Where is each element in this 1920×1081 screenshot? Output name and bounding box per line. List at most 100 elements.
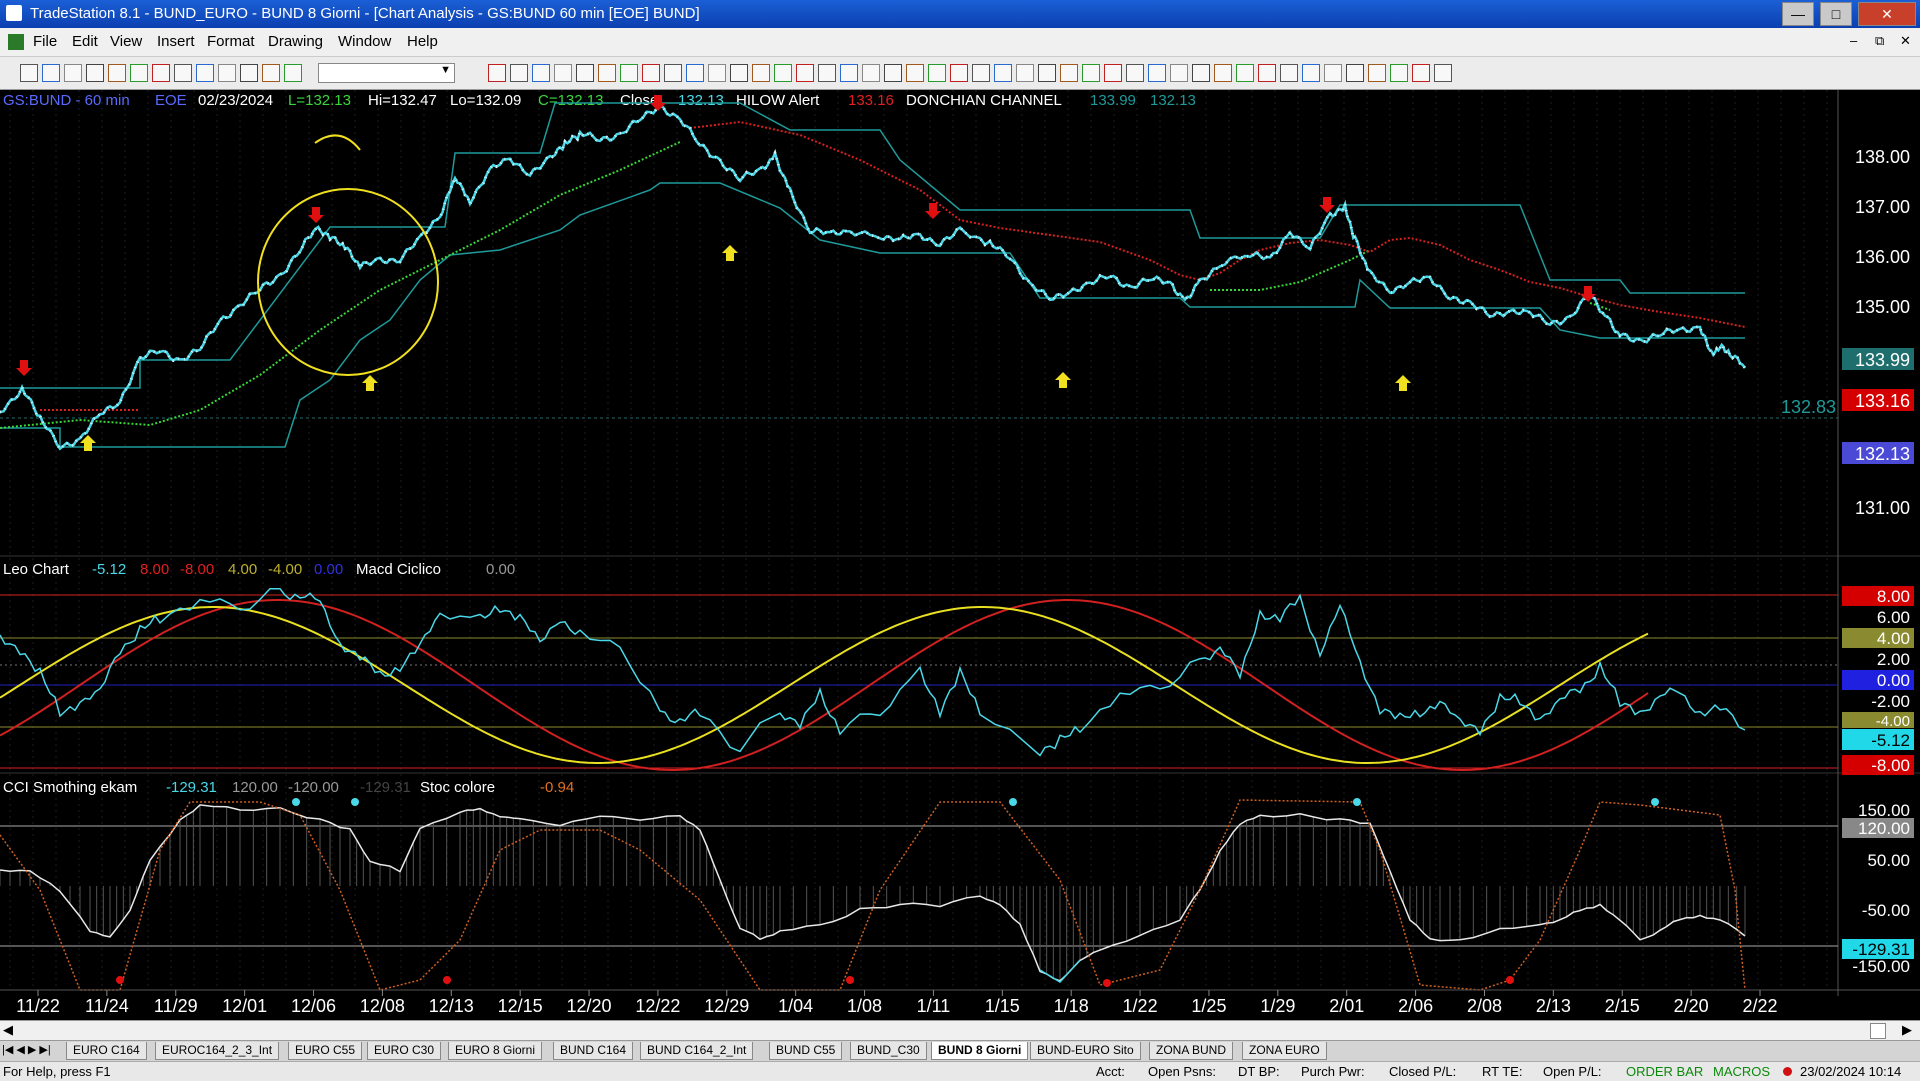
workspace-tab[interactable]: BUND-EURO Sito [1030,1042,1141,1060]
toolbar-tool-icon[interactable] [1038,64,1056,82]
toolbar-tool-icon[interactable] [862,64,880,82]
toolbar-tool-icon[interactable] [972,64,990,82]
scroll-left-icon[interactable]: ◀ [3,1022,13,1038]
toolbar-tool-icon[interactable] [1126,64,1144,82]
toolbar-tool-icon[interactable] [532,64,550,82]
workspace-tab[interactable]: EURO C30 [367,1042,442,1060]
mdi-close-button[interactable]: ✕ [1900,33,1911,49]
toolbar-tool-icon[interactable] [174,64,192,82]
toolbar-tool-icon[interactable] [1060,64,1078,82]
workspace-tab[interactable]: BUND_C30 [850,1042,927,1060]
workspace-tab[interactable]: EURO C55 [288,1042,363,1060]
donchian-lower-line [0,182,1745,448]
menu-file[interactable]: File [33,33,57,50]
toolbar-tool-icon[interactable] [262,64,280,82]
toolbar-tool-icon[interactable] [1324,64,1342,82]
toolbar-tool-icon[interactable] [1258,64,1276,82]
order-bar-button[interactable]: ORDER BAR [1626,1064,1703,1079]
workspace-tab[interactable]: ZONA BUND [1149,1042,1234,1060]
toolbar-tool-icon[interactable] [818,64,836,82]
chart-close: C=132.13 [538,92,603,109]
toolbar-tool-icon[interactable] [928,64,946,82]
toolbar-tool-icon[interactable] [840,64,858,82]
toolbar-tool-icon[interactable] [620,64,638,82]
toolbar-tool-icon[interactable] [240,64,258,82]
workspace-tab[interactable]: EURO C164 [66,1042,147,1060]
donchian-lower: 132.13 [1150,92,1196,109]
toolbar-tool-icon[interactable] [1148,64,1166,82]
toolbar-tool-icon[interactable] [510,64,528,82]
workspace-tab[interactable]: ZONA EURO [1242,1042,1327,1060]
toolbar-tool-icon[interactable] [1302,64,1320,82]
toolbar-tool-icon[interactable] [196,64,214,82]
toolbar-tool-icon[interactable] [1412,64,1430,82]
toolbar-tool-icon[interactable] [796,64,814,82]
toolbar-tool-icon[interactable] [218,64,236,82]
toolbar-tool-icon[interactable] [1214,64,1232,82]
toolbar-tool-icon[interactable] [906,64,924,82]
toolbar-tool-icon[interactable] [1236,64,1254,82]
toolbar-tool-icon[interactable] [488,64,506,82]
scroll-right-icon[interactable]: ▶ [1902,1022,1912,1038]
toolbar-tool-icon[interactable] [1390,64,1408,82]
toolbar-tool-icon[interactable] [1170,64,1188,82]
menu-insert[interactable]: Insert [157,33,195,50]
status-help: For Help, press F1 [3,1064,111,1079]
toolbar-tool-icon[interactable] [686,64,704,82]
toolbar-tool-icon[interactable] [950,64,968,82]
annotation-circle[interactable] [257,188,439,376]
menu-window[interactable]: Window [338,33,391,50]
workspace-tab[interactable]: BUND C55 [769,1042,843,1060]
workspace-tab[interactable]: EURO 8 Giorni [448,1042,543,1060]
toolbar-tool-icon[interactable] [752,64,770,82]
toolbar-tool-icon[interactable] [152,64,170,82]
toolbar-tool-icon[interactable] [108,64,126,82]
toolbar-tool-icon[interactable] [1082,64,1100,82]
toolbar-tool-icon[interactable] [1280,64,1298,82]
toolbar-tool-icon[interactable] [730,64,748,82]
toolbar-tool-icon[interactable] [884,64,902,82]
toolbar-tool-icon[interactable] [42,64,60,82]
toolbar-tool-icon[interactable] [598,64,616,82]
annotation-stroke[interactable] [314,134,361,151]
price-axis-label: 131.00 [1855,498,1910,518]
toolbar-tool-icon[interactable] [284,64,302,82]
scroll-thumb[interactable] [1870,1023,1886,1039]
tab-nav-icons[interactable]: |◀ ◀ ▶ ▶| [2,1043,51,1056]
toolbar-tool-icon[interactable] [20,64,38,82]
workspace-tab[interactable]: BUND C164 [553,1042,634,1060]
minimize-button[interactable]: — [1782,2,1814,26]
horizontal-scrollbar[interactable]: ◀ ▶ [0,1020,1920,1040]
symbol-combo[interactable]: ▼ [318,63,455,83]
workspace-tab[interactable]: EUROC164_2_3_Int [155,1042,280,1060]
workspace-tab[interactable]: BUND C164_2_Int [640,1042,754,1060]
toolbar-tool-icon[interactable] [664,64,682,82]
menu-edit[interactable]: Edit [72,33,98,50]
toolbar-tool-icon[interactable] [1192,64,1210,82]
toolbar-tool-icon[interactable] [1104,64,1122,82]
toolbar-tool-icon[interactable] [1368,64,1386,82]
workspace-tab[interactable]: BUND 8 Giorni [931,1042,1029,1060]
close-button[interactable]: ✕ [1858,2,1916,26]
toolbar-tool-icon[interactable] [642,64,660,82]
toolbar-tool-icon[interactable] [130,64,148,82]
toolbar-tool-icon[interactable] [1434,64,1452,82]
chart-area[interactable]: GS:BUND - 60 min EOE 02/23/2024 L=132.13… [0,90,1920,1030]
menu-view[interactable]: View [110,33,142,50]
toolbar-tool-icon[interactable] [1016,64,1034,82]
mdi-minimize-button[interactable]: – [1850,33,1857,48]
macros-button[interactable]: MACROS [1713,1064,1770,1079]
toolbar-tool-icon[interactable] [994,64,1012,82]
toolbar-tool-icon[interactable] [554,64,572,82]
toolbar-tool-icon[interactable] [576,64,594,82]
toolbar-tool-icon[interactable] [86,64,104,82]
maximize-button[interactable]: □ [1820,2,1852,26]
menu-drawing[interactable]: Drawing [268,33,323,50]
toolbar-tool-icon[interactable] [774,64,792,82]
toolbar-tool-icon[interactable] [708,64,726,82]
menu-help[interactable]: Help [407,33,438,50]
toolbar-tool-icon[interactable] [64,64,82,82]
mdi-restore-button[interactable]: ⧉ [1875,33,1884,49]
toolbar-tool-icon[interactable] [1346,64,1364,82]
menu-format[interactable]: Format [207,33,255,50]
